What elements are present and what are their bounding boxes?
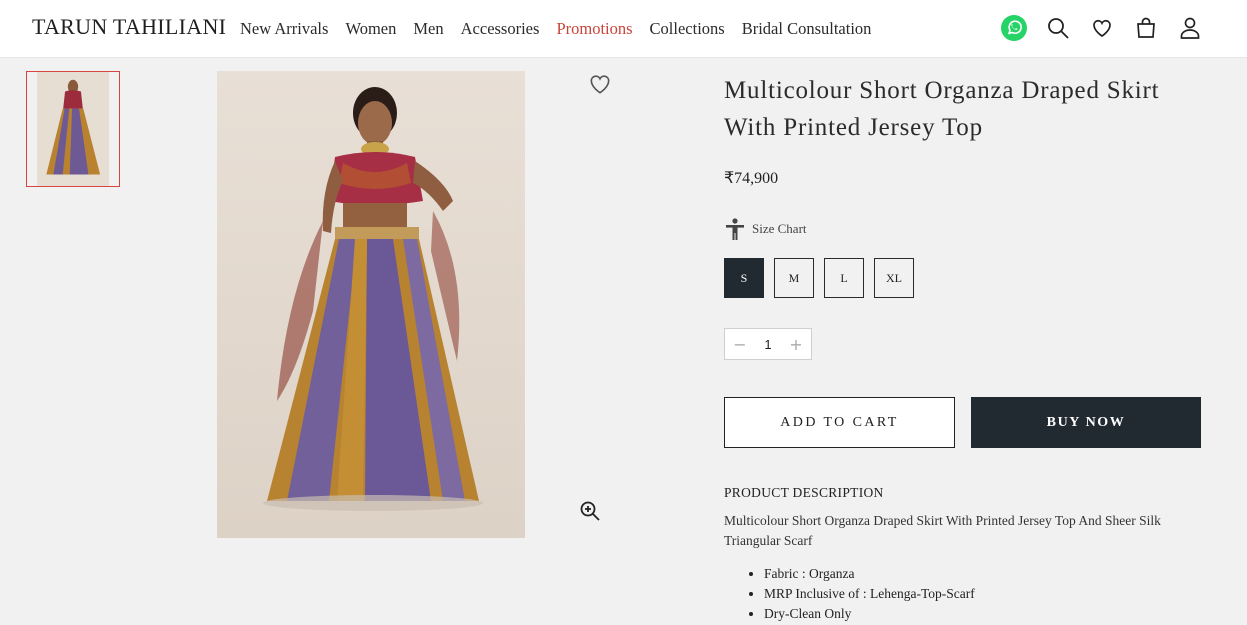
thumbnail-image <box>37 72 109 186</box>
add-to-cart-button[interactable]: ADD TO CART <box>724 397 955 448</box>
size-chart-label: Size Chart <box>752 221 807 236</box>
product-title: Multicolour Short Organza Draped Skirt W… <box>724 77 1160 141</box>
site-header: TARUN TAHILIANI New Arrivals Women Men A… <box>0 0 1247 58</box>
nav-accessories[interactable]: Accessories <box>461 19 540 39</box>
size-selector: S M L XL <box>724 258 924 298</box>
detail-care: Dry-Clean Only <box>764 604 975 624</box>
nav-new-arrivals[interactable]: New Arrivals <box>240 19 328 39</box>
wishlist-heart-icon[interactable] <box>587 71 613 97</box>
nav-men[interactable]: Men <box>413 19 443 39</box>
search-icon[interactable] <box>1044 12 1072 44</box>
detail-fabric: Fabric : Organza <box>764 564 975 584</box>
increase-quantity-button[interactable]: + <box>787 335 805 354</box>
nav-women[interactable]: Women <box>345 19 396 39</box>
detail-mrp: MRP Inclusive of : Lehenga-Top-Scarf <box>764 584 975 604</box>
nav-promotions[interactable]: Promotions <box>556 19 632 39</box>
buy-now-button[interactable]: BUY NOW <box>971 397 1201 448</box>
size-option-l[interactable]: L <box>824 258 864 298</box>
quantity-stepper: − 1 + <box>724 328 812 360</box>
product-photo <box>217 71 525 538</box>
product-price: ₹74,900 <box>724 170 779 187</box>
decrease-quantity-button[interactable]: − <box>731 335 749 354</box>
size-chart-link[interactable]: Size Chart <box>724 217 807 241</box>
user-icon[interactable] <box>1176 12 1204 44</box>
header-icons <box>1000 12 1220 44</box>
brand-logo[interactable]: TARUN TAHILIANI <box>32 14 226 40</box>
size-option-m[interactable]: M <box>774 258 814 298</box>
bag-icon[interactable] <box>1132 12 1160 44</box>
product-thumbnail[interactable] <box>26 71 120 187</box>
size-option-s[interactable]: S <box>724 258 764 298</box>
nav-bridal-consultation[interactable]: Bridal Consultation <box>742 19 872 39</box>
product-main-image[interactable] <box>217 71 525 538</box>
zoom-in-icon[interactable] <box>578 499 602 523</box>
size-chart-person-icon <box>726 218 744 240</box>
quantity-value[interactable]: 1 <box>764 337 771 352</box>
size-option-xl[interactable]: XL <box>874 258 914 298</box>
description-heading: PRODUCT DESCRIPTION <box>724 485 884 500</box>
main-nav: New Arrivals Women Men Accessories Promo… <box>240 19 888 39</box>
product-details-list: Fabric : Organza MRP Inclusive of : Lehe… <box>724 564 975 624</box>
whatsapp-icon[interactable] <box>1000 12 1028 44</box>
nav-collections[interactable]: Collections <box>650 19 725 39</box>
description-text: Multicolour Short Organza Draped Skirt W… <box>724 513 1161 548</box>
heart-icon[interactable] <box>1088 12 1116 44</box>
